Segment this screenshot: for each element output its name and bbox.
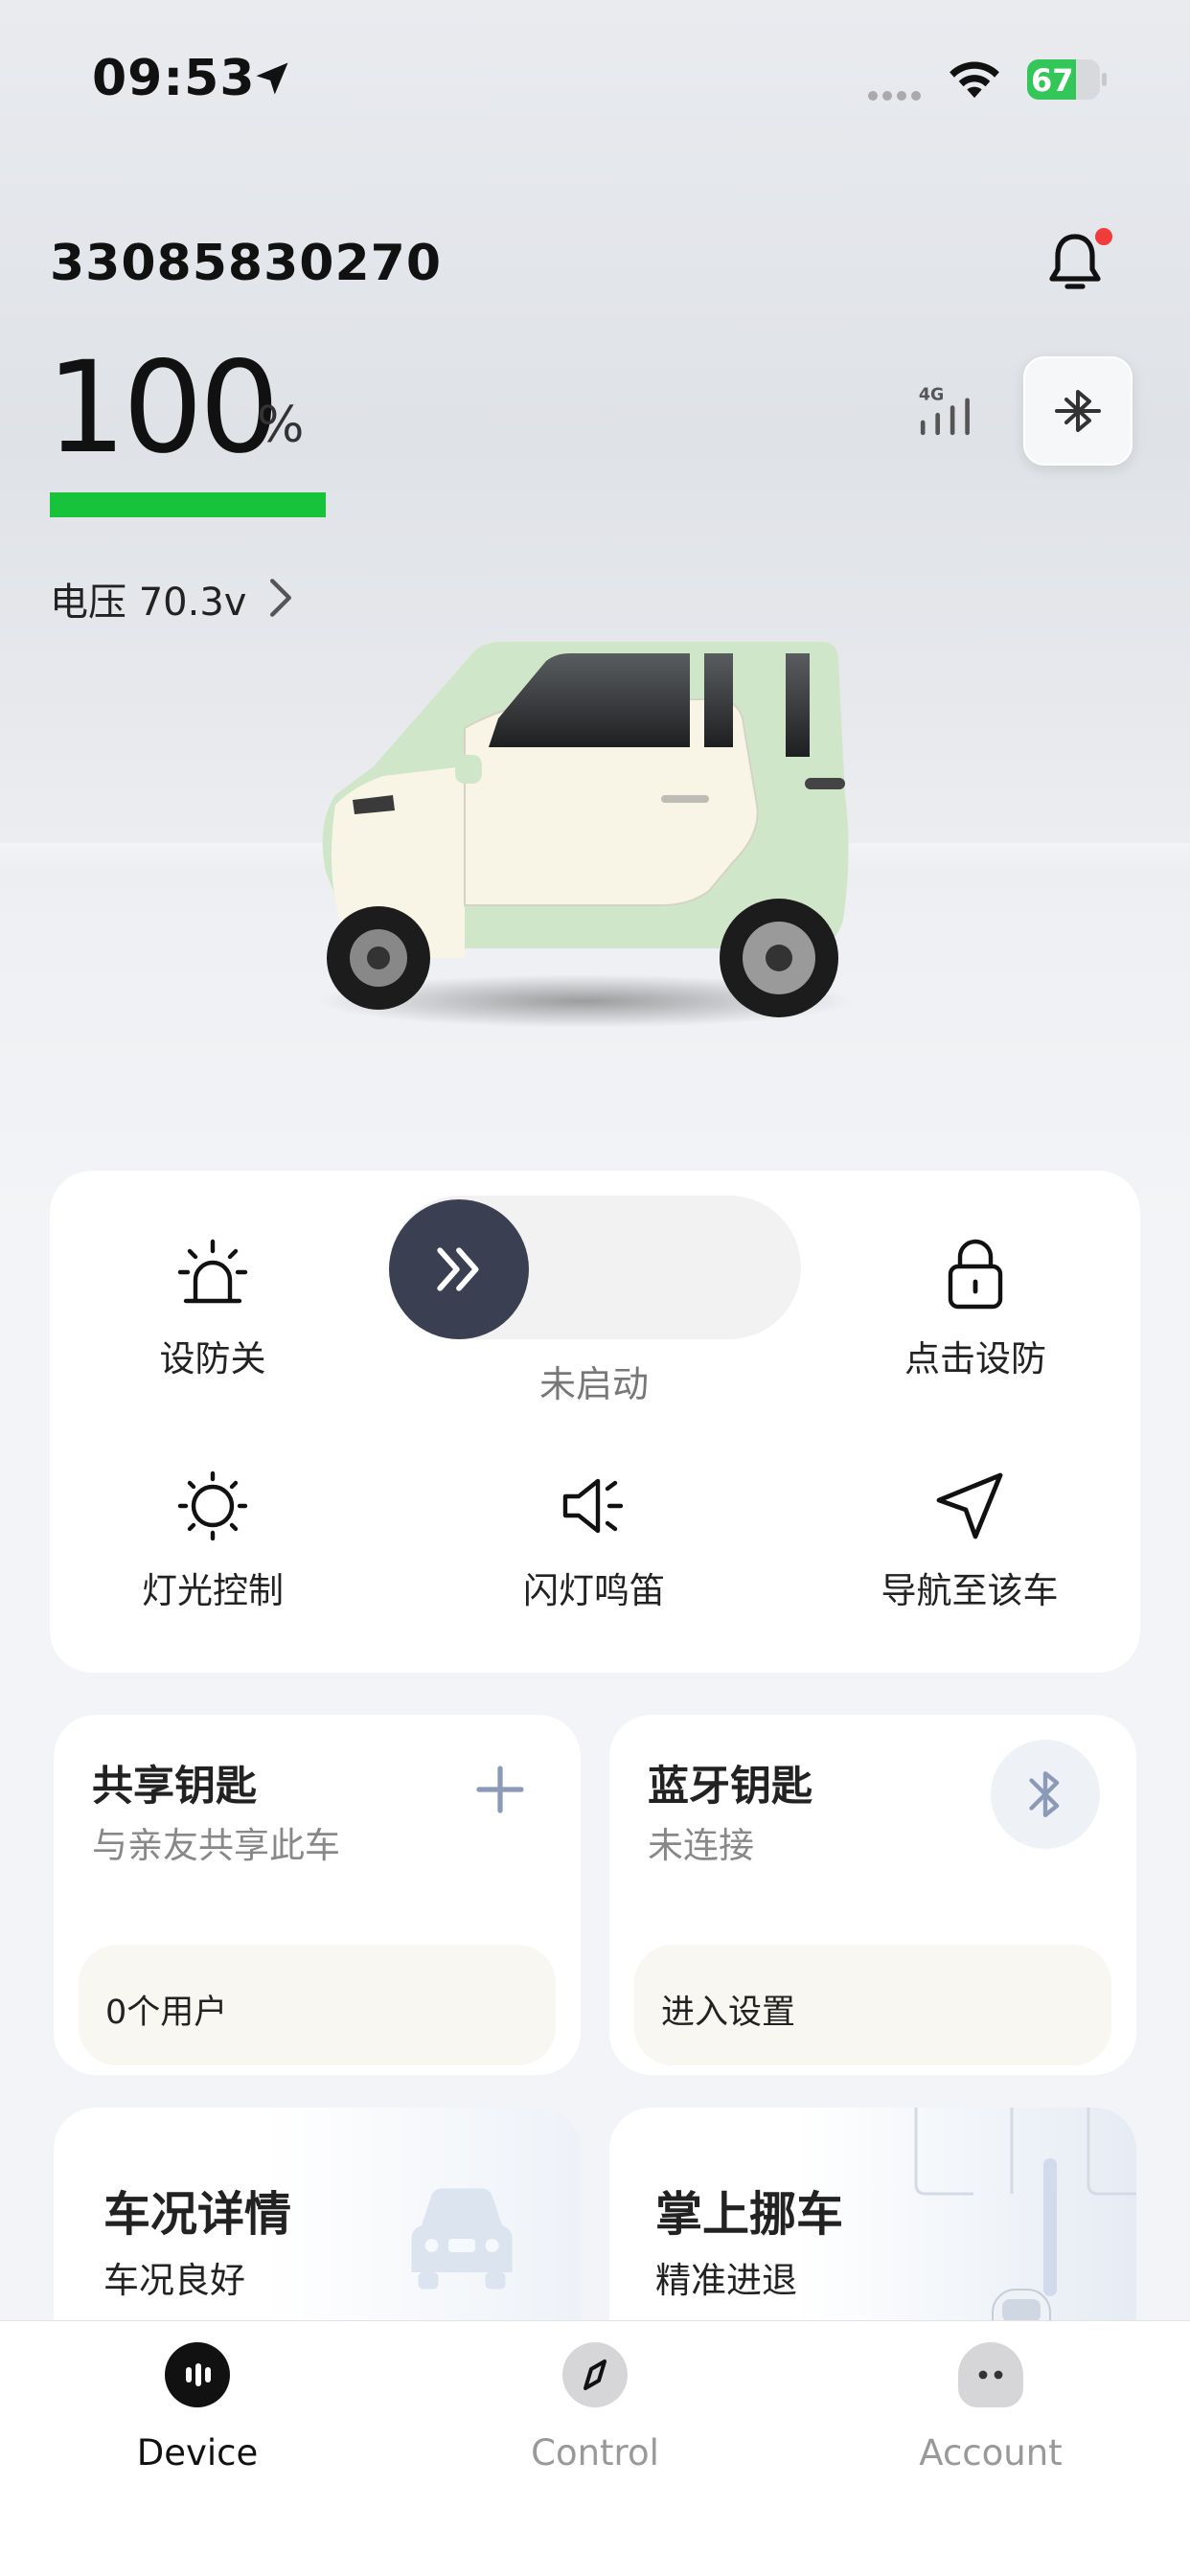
device-icon xyxy=(165,2342,230,2407)
lights-control-button[interactable]: 灯光控制 xyxy=(117,1468,309,1613)
shared-key-subtitle: 与亲友共享此车 xyxy=(92,1825,340,1866)
tab-account[interactable]: Account xyxy=(876,2342,1106,2473)
tab-account-label: Account xyxy=(919,2432,1063,2473)
bluetooth-connect-button[interactable] xyxy=(991,1740,1100,1849)
charge-bar-fill xyxy=(50,492,326,517)
add-icon[interactable] xyxy=(475,1765,525,1814)
bluetooth-toggle-button[interactable] xyxy=(1023,356,1133,466)
voltage-label: 电压 70.3v xyxy=(50,581,247,625)
network-signal-icon: 4G xyxy=(919,385,970,436)
double-chevron-right-icon xyxy=(437,1247,479,1291)
tab-device-label: Device xyxy=(136,2432,259,2473)
tab-control[interactable]: Control xyxy=(480,2342,710,2473)
bluetooth-settings-label: 进入设置 xyxy=(661,1994,796,2032)
vehicle-condition-title: 车况详情 xyxy=(103,2187,292,2242)
start-slider-handle[interactable] xyxy=(389,1199,529,1339)
charge-bar xyxy=(50,492,326,517)
bluetooth-key-title: 蓝牙钥匙 xyxy=(648,1763,812,1811)
wifi-icon xyxy=(950,61,999,99)
voltage-row[interactable]: 电压 70.3v xyxy=(50,571,291,628)
speaker-icon xyxy=(562,1478,624,1534)
notification-badge xyxy=(1095,228,1112,245)
vehicle-id: 33085830270 xyxy=(50,235,442,292)
lock-icon xyxy=(948,1239,1003,1310)
car-front-icon xyxy=(411,2188,513,2290)
tab-device[interactable]: Device xyxy=(82,2342,312,2473)
alarm-label: 设防关 xyxy=(159,1338,266,1379)
vehicle-image xyxy=(316,642,853,1028)
shared-key-card[interactable]: 共享钥匙 与亲友共享此车 0个用户 xyxy=(54,1715,581,2075)
alarm-toggle-button[interactable]: 设防关 xyxy=(117,1236,309,1381)
network-label: 4G xyxy=(919,385,944,404)
lights-label: 灯光控制 xyxy=(142,1570,284,1611)
arm-label: 点击设防 xyxy=(904,1338,1046,1379)
compass-icon xyxy=(562,2342,628,2407)
remote-move-title: 掌上挪车 xyxy=(655,2187,844,2242)
remote-move-subtitle: 精准进退 xyxy=(655,2260,797,2301)
location-arrow-icon xyxy=(256,62,288,95)
bluetooth-disabled-icon xyxy=(1055,390,1101,432)
bluetooth-settings-pill[interactable]: 进入设置 xyxy=(634,1945,1111,2065)
bottom-tab-bar: Device Control Account xyxy=(0,2320,1190,2576)
sun-light-icon xyxy=(177,1470,248,1541)
shared-key-title: 共享钥匙 xyxy=(92,1763,257,1811)
flash-horn-button[interactable]: 闪灯鸣笛 xyxy=(498,1468,690,1613)
cellular-signal-icon xyxy=(868,86,926,104)
shared-users-pill[interactable]: 0个用户 xyxy=(79,1945,556,2065)
status-time: 09:53 xyxy=(92,50,256,107)
charge-value: 100 xyxy=(46,334,280,482)
start-status-label: 未启动 xyxy=(538,1363,649,1405)
bluetooth-icon xyxy=(1029,1771,1060,1817)
battery-level: 67 xyxy=(1031,62,1074,99)
vehicle-condition-subtitle: 车况良好 xyxy=(103,2260,245,2301)
navigation-arrow-icon xyxy=(936,1472,1003,1539)
flash-horn-label: 闪灯鸣笛 xyxy=(523,1570,665,1611)
navigate-to-vehicle-button[interactable]: 导航至该车 xyxy=(874,1468,1065,1613)
tab-control-label: Control xyxy=(531,2432,659,2473)
chevron-right-icon xyxy=(270,579,291,617)
arm-button[interactable]: 点击设防 xyxy=(880,1236,1071,1381)
charge-unit: % xyxy=(257,397,305,454)
battery-indicator: 67 xyxy=(1027,59,1108,100)
navigate-label: 导航至该车 xyxy=(881,1570,1059,1611)
bluetooth-key-status: 未连接 xyxy=(648,1825,754,1866)
alarm-siren-icon xyxy=(177,1239,248,1304)
shared-users-count: 0个用户 xyxy=(105,1994,228,2032)
bluetooth-key-card[interactable]: 蓝牙钥匙 未连接 进入设置 xyxy=(609,1715,1136,2075)
account-icon xyxy=(958,2342,1023,2407)
